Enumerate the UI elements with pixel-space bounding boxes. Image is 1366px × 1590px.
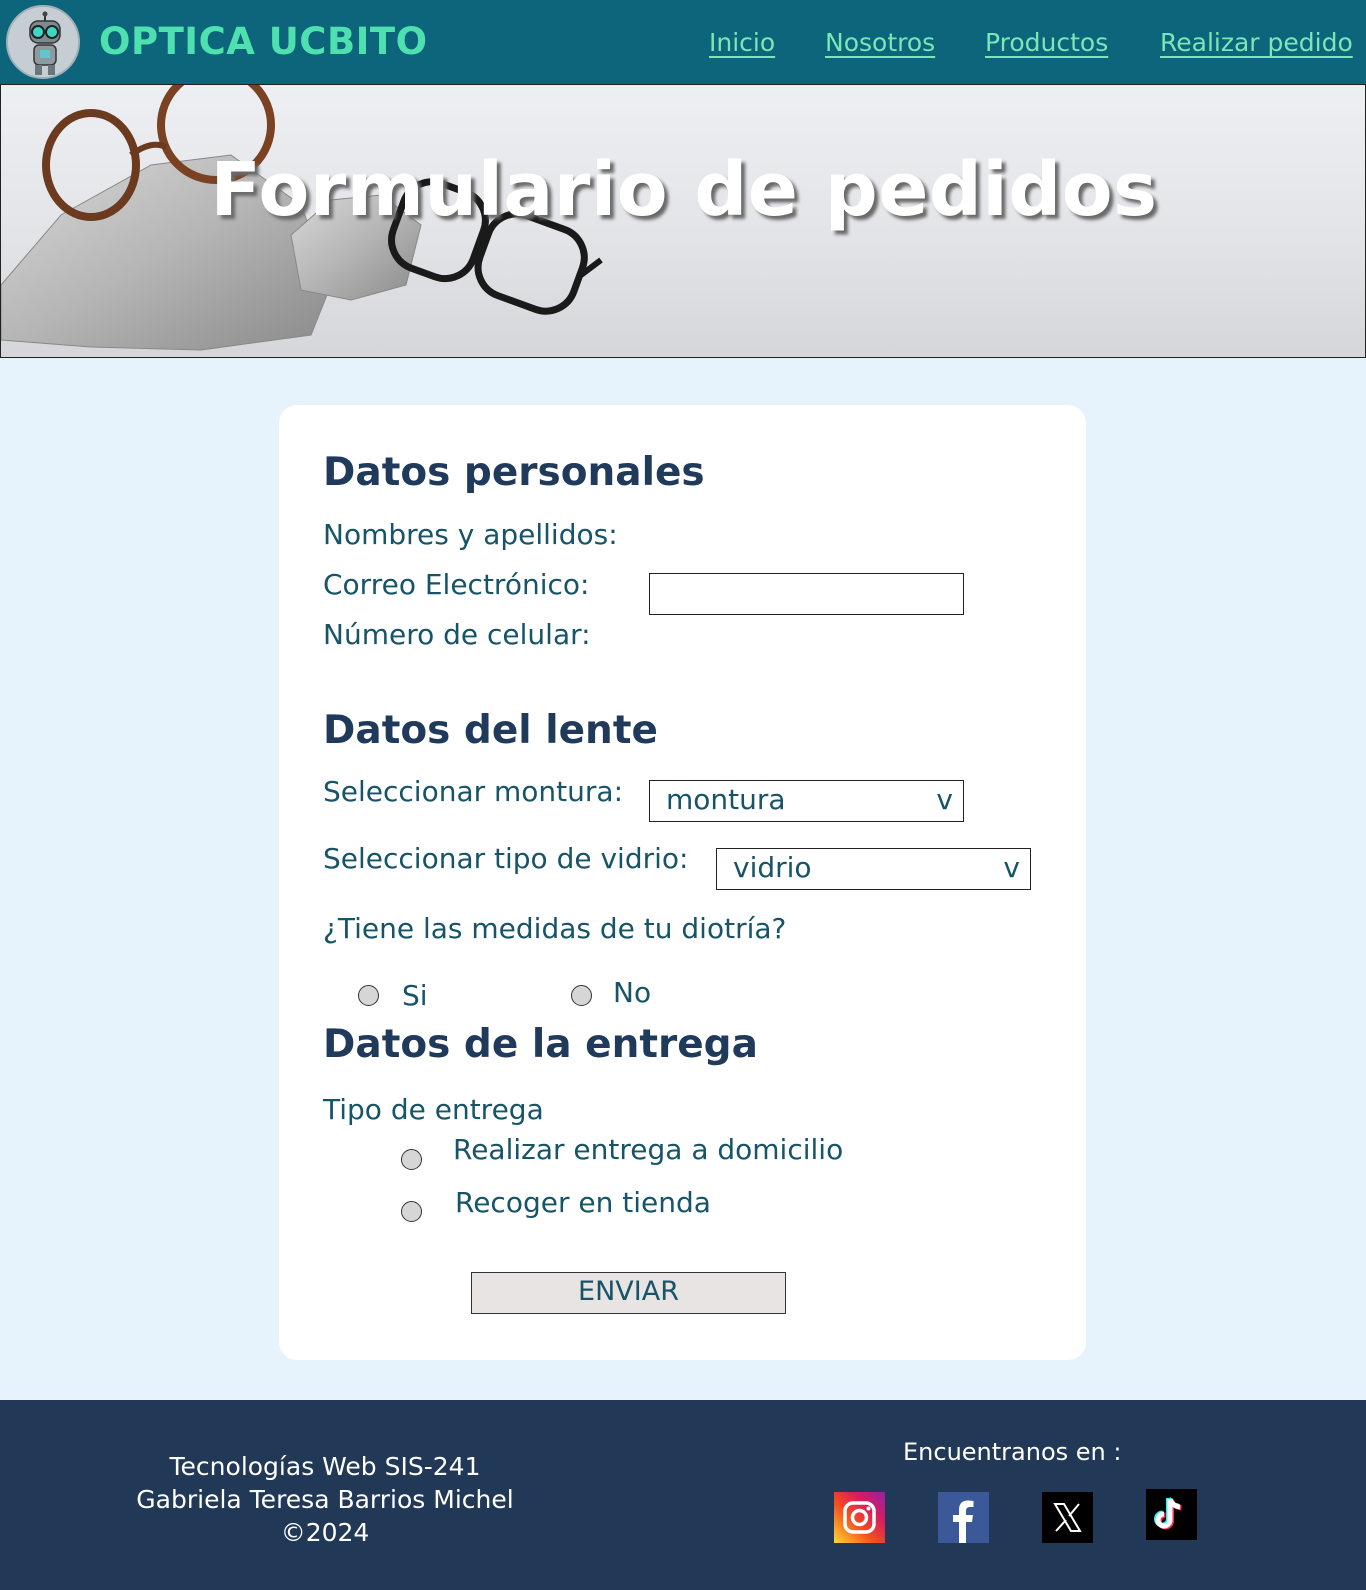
- chevron-down-icon: v: [1003, 851, 1020, 884]
- diopter-no-radio[interactable]: [571, 985, 592, 1006]
- email-field[interactable]: [649, 573, 964, 615]
- lens-data-heading: Datos del lente: [323, 708, 658, 753]
- instagram-icon[interactable]: [834, 1492, 885, 1543]
- frame-select-value: montura: [666, 783, 786, 816]
- x-icon[interactable]: [1042, 1492, 1093, 1543]
- email-label: Correo Electrónico:: [323, 568, 590, 601]
- robot-logo-icon[interactable]: [6, 5, 80, 79]
- copyright-text: ©2024: [280, 1518, 370, 1547]
- diopter-question: ¿Tiene las medidas de tu diotría?: [323, 912, 787, 945]
- glass-label: Seleccionar tipo de vidrio:: [323, 842, 689, 875]
- page-title: Formulario de pedidos: [210, 147, 1158, 233]
- nav-link-inicio[interactable]: Inicio: [709, 28, 775, 57]
- glass-select-value: vidrio: [733, 851, 812, 884]
- order-form: Datos personales Nombres y apellidos: Co…: [279, 405, 1086, 1360]
- frame-select[interactable]: montura v: [649, 780, 964, 822]
- footer-credits: Tecnologías Web SIS-241 Gabriela Teresa …: [110, 1450, 540, 1549]
- submit-button[interactable]: ENVIAR: [471, 1272, 786, 1314]
- name-label: Nombres y apellidos:: [323, 518, 618, 551]
- nav-link-realizar-pedido[interactable]: Realizar pedido: [1160, 28, 1353, 57]
- store-pickup-radio[interactable]: [401, 1201, 422, 1222]
- delivery-type-label: Tipo de entrega: [323, 1093, 544, 1126]
- frame-label: Seleccionar montura:: [323, 775, 624, 808]
- home-delivery-label: Realizar entrega a domicilio: [453, 1133, 844, 1166]
- course-text: Tecnologías Web SIS-241: [169, 1452, 481, 1481]
- nav-link-nosotros[interactable]: Nosotros: [825, 28, 935, 57]
- diopter-yes-label: Si: [402, 979, 428, 1012]
- brand-name: OPTICA UCBITO: [99, 20, 428, 63]
- chevron-down-icon: v: [936, 783, 953, 816]
- facebook-icon[interactable]: [938, 1492, 989, 1543]
- phone-label: Número de celular:: [323, 618, 591, 651]
- glass-select[interactable]: vidrio v: [716, 848, 1031, 890]
- tiktok-icon[interactable]: [1146, 1489, 1197, 1540]
- diopter-no-label: No: [613, 976, 652, 1009]
- store-pickup-label: Recoger en tienda: [455, 1186, 711, 1219]
- personal-data-heading: Datos personales: [323, 450, 705, 495]
- hero-banner: Formulario de pedidos: [0, 84, 1366, 358]
- find-us-label: Encuentranos en :: [903, 1438, 1122, 1466]
- site-footer: Tecnologías Web SIS-241 Gabriela Teresa …: [0, 1400, 1366, 1590]
- site-header: OPTICA UCBITO Inicio Nosotros Productos …: [0, 0, 1366, 84]
- delivery-data-heading: Datos de la entrega: [323, 1022, 758, 1067]
- diopter-yes-radio[interactable]: [358, 985, 379, 1006]
- home-delivery-radio[interactable]: [401, 1149, 422, 1170]
- author-text: Gabriela Teresa Barrios Michel: [136, 1485, 514, 1514]
- nav-link-productos[interactable]: Productos: [985, 28, 1108, 57]
